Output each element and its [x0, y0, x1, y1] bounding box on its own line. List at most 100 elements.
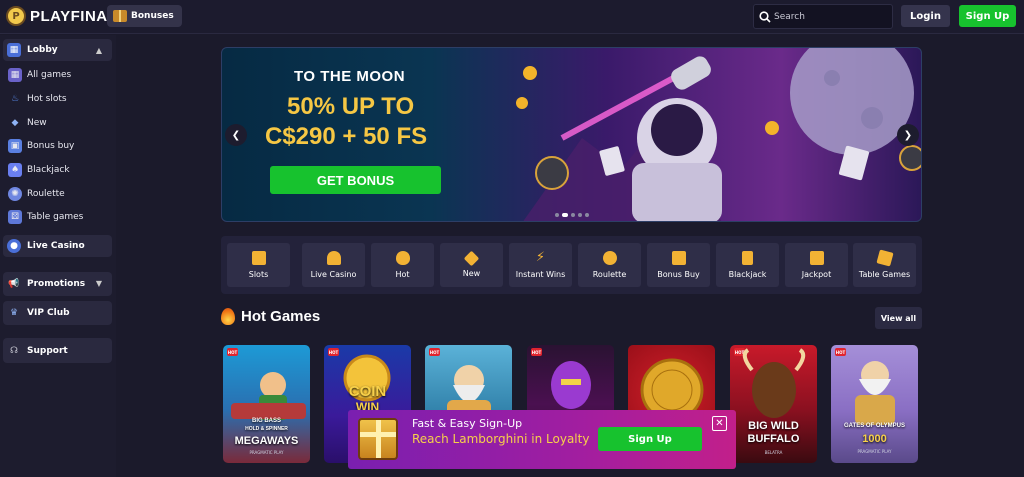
sidebar-item-label: New	[27, 118, 47, 128]
sidebar-item-hot-slots[interactable]: ♨ Hot slots	[8, 90, 67, 108]
category-roulette[interactable]: Roulette	[578, 243, 641, 287]
signup-button[interactable]: Sign Up	[959, 5, 1016, 27]
game-title-line1: BIG BASS	[251, 418, 281, 424]
category-hot[interactable]: Hot	[371, 243, 434, 287]
banner-offer-line2: C$290 + 50 FS	[265, 123, 428, 150]
game-tile[interactable]: HOT BIG BASS HOLD & SPINNER MEGAWAYS PRA…	[223, 345, 310, 463]
sidebar-item-all-games[interactable]: ▦ All games	[8, 66, 71, 84]
login-button[interactable]: Login	[901, 5, 950, 27]
game-tile[interactable]: HOT BIG WILD BUFFALO BELATRA	[730, 345, 817, 463]
game-title-line1: BIG WILD	[748, 420, 799, 432]
sidebar-vip-club[interactable]: ♛ VIP Club	[3, 301, 112, 325]
sidebar-support-label: Support	[27, 345, 68, 356]
category-label: Jackpot	[801, 270, 832, 279]
category-label: Blackjack	[728, 270, 767, 279]
category-label: Instant Wins	[515, 270, 566, 279]
cards-icon: ♠	[8, 163, 22, 177]
category-new[interactable]: New	[440, 243, 503, 287]
sidebar: ▦ Lobby ▲ ▦ All games ♨ Hot slots ◆ New …	[0, 35, 116, 477]
game-provider: BELATRA	[764, 450, 783, 455]
sidebar-live-casino-label: Live Casino	[27, 241, 85, 251]
hot-games-heading: Hot Games	[221, 308, 320, 325]
sidebar-item-label: Bonus buy	[27, 141, 75, 151]
game-title-line2: HOLD & SPINNER	[245, 426, 288, 432]
flame-icon	[221, 308, 235, 325]
banner-title: TO THE MOON	[294, 68, 406, 85]
category-label: Roulette	[592, 270, 627, 279]
sidebar-item-label: Blackjack	[27, 165, 70, 175]
game-title-line3: MEGAWAYS	[234, 435, 299, 447]
game-title-line2: BUFFALO	[747, 433, 800, 445]
pagination-dot[interactable]	[585, 213, 589, 217]
pagination-dot[interactable]	[571, 213, 575, 217]
sidebar-lobby[interactable]: ▦ Lobby ▲	[3, 39, 112, 61]
banner-pagination	[555, 213, 589, 217]
category-label: Slots	[248, 270, 269, 279]
sidebar-item-blackjack[interactable]: ♠ Blackjack	[8, 161, 70, 179]
category-instant-wins[interactable]: ⚡ Instant Wins	[509, 243, 572, 287]
game-tile[interactable]: HOT GATES OF OLYMPUS 1000 PRAGMATIC PLAY	[831, 345, 918, 463]
category-slots[interactable]: Slots	[227, 243, 290, 287]
sidebar-item-label: Table games	[27, 212, 84, 222]
live-icon: ●	[7, 239, 21, 253]
headset-icon: ☊	[10, 345, 18, 356]
sidebar-live-casino[interactable]: ● Live Casino	[3, 235, 112, 257]
pagination-dot-active[interactable]	[562, 213, 568, 217]
sidebar-item-bonus-buy[interactable]: ▣ Bonus buy	[8, 137, 74, 155]
search-input[interactable]	[774, 11, 884, 22]
banner-offer-line1: 50% UP TO	[287, 93, 415, 120]
sidebar-item-table-games[interactable]: ⚄ Table games	[8, 208, 83, 226]
popup-signup-button[interactable]: Sign Up	[598, 427, 702, 451]
category-bonus-buy[interactable]: Bonus Buy	[647, 243, 710, 287]
cards-icon	[742, 251, 753, 265]
sidebar-promotions[interactable]: 📢 Promotions ▼	[3, 272, 112, 296]
sidebar-vip-label: VIP Club	[27, 308, 70, 318]
close-icon[interactable]: ✕	[712, 416, 727, 431]
category-bar: Slots Live Casino Hot New ⚡ Instant Wins…	[221, 236, 922, 294]
sidebar-item-new[interactable]: ◆ New	[8, 114, 47, 132]
game-provider: PRAGMATIC PLAY	[857, 449, 892, 454]
pagination-dot[interactable]	[555, 213, 559, 217]
dice-icon: ⚄	[8, 210, 22, 224]
popup-promo-text: Reach Lamborghini in Loyalty	[412, 432, 590, 446]
game-art	[742, 348, 806, 418]
category-jackpot[interactable]: Jackpot	[785, 243, 848, 287]
category-table-games[interactable]: Table Games	[853, 243, 916, 287]
sidebar-item-label: All games	[27, 70, 72, 80]
crown-icon	[809, 251, 824, 265]
category-blackjack[interactable]: Blackjack	[716, 243, 779, 287]
site-logo[interactable]: P PLAYFINA	[6, 6, 108, 26]
diamond-icon: ◆	[11, 118, 19, 128]
category-live-casino[interactable]: Live Casino	[302, 243, 365, 287]
dice-icon	[875, 249, 894, 267]
category-label: Bonus Buy	[657, 270, 700, 279]
search-box[interactable]	[753, 4, 893, 29]
gift-box-icon	[358, 418, 398, 460]
grid-icon: ▦	[8, 68, 22, 82]
sidebar-promotions-label: Promotions	[27, 279, 86, 289]
signup-popup: Fast & Easy Sign-Up Reach Lamborghini in…	[348, 410, 736, 469]
chevron-up-icon: ▲	[95, 46, 102, 55]
sidebar-item-label: Hot slots	[27, 94, 67, 104]
roulette-icon: ✺	[8, 187, 22, 201]
pagination-dot[interactable]	[578, 213, 582, 217]
promo-banner[interactable]: TO THE MOON 50% UP TO C$290 + 50 FS GET …	[221, 47, 922, 222]
roulette-icon	[602, 251, 617, 265]
gift-icon	[113, 10, 127, 22]
view-all-button[interactable]: View all	[875, 307, 922, 329]
lightning-icon: ⚡	[535, 250, 546, 265]
search-icon	[759, 10, 771, 23]
category-label: Table Games	[858, 270, 911, 279]
banner-prev-button[interactable]: ❮	[225, 124, 247, 146]
get-bonus-button[interactable]: GET BONUS	[270, 166, 441, 194]
gift-icon	[671, 251, 686, 265]
category-label: Hot	[395, 270, 410, 279]
banner-next-button[interactable]: ❯	[897, 124, 919, 146]
game-provider: PRAGMATIC PLAY	[249, 450, 284, 455]
sidebar-item-roulette[interactable]: ✺ Roulette	[8, 185, 65, 203]
gift-icon: ▣	[8, 139, 22, 153]
sidebar-support[interactable]: ☊ Support	[3, 338, 112, 363]
category-label: Live Casino	[310, 270, 357, 279]
chevron-right-icon: ❯	[903, 129, 913, 141]
bonuses-button[interactable]: Bonuses	[107, 5, 182, 27]
